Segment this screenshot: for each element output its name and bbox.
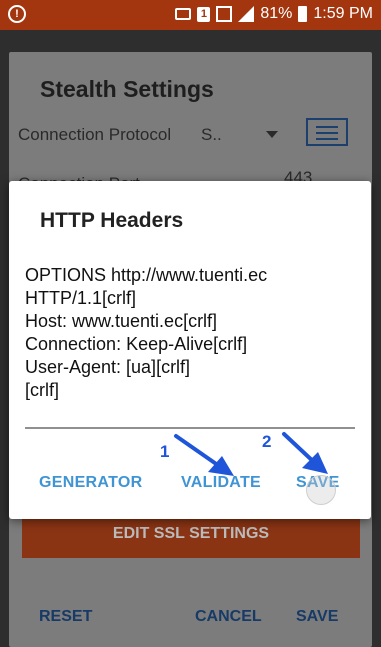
clock: 1:59 PM [313, 5, 373, 22]
arrow-icon [174, 434, 234, 476]
tune-settings-button[interactable] [306, 118, 348, 146]
battery-percent: 81% [260, 5, 293, 22]
dialog-title: HTTP Headers [40, 209, 184, 232]
battery-icon [298, 6, 308, 22]
alert-icon: ! [8, 5, 26, 23]
signal-icon [238, 6, 255, 22]
http-header-input[interactable]: OPTIONS http://www.tuenti.ec HTTP/1.1[cr… [25, 264, 355, 402]
reset-button[interactable]: RESET [39, 608, 92, 626]
arrow-icon [282, 432, 328, 474]
signal-box-icon [216, 6, 233, 22]
cancel-button[interactable]: CANCEL [195, 608, 262, 626]
status-icons: 1 81% 1:59 PM [175, 5, 373, 23]
settings-title: Stealth Settings [40, 76, 214, 102]
generator-button[interactable]: GENERATOR [39, 474, 142, 492]
cast-icon [175, 8, 192, 20]
status-bar: ! 1 81% 1:59 PM [0, 0, 381, 30]
annotation-step-1: 1 [160, 442, 170, 461]
annotation-step-2: 2 [262, 432, 272, 451]
footer-save-button[interactable]: SAVE [296, 608, 338, 626]
protocol-select[interactable]: S.. [201, 125, 222, 145]
protocol-label: Connection Protocol [18, 125, 172, 144]
sim-icon: 1 [197, 6, 211, 22]
chevron-down-icon[interactable] [266, 131, 278, 138]
input-underline [25, 427, 355, 429]
